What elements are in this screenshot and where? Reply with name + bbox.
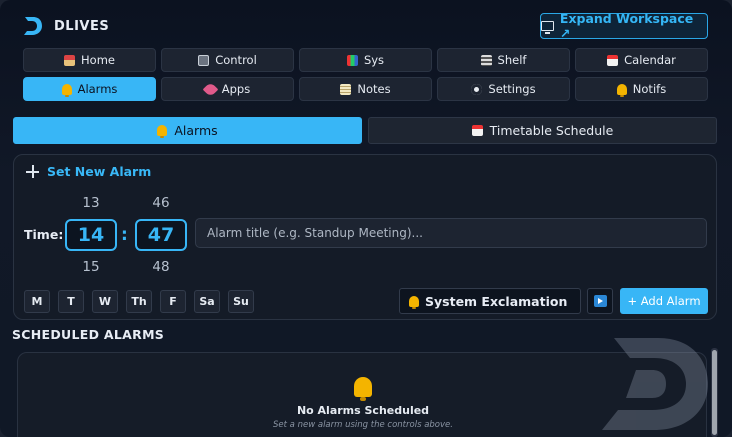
calendar-icon xyxy=(607,54,619,66)
nav-label: Shelf xyxy=(497,53,527,67)
nav-apps[interactable]: Apps xyxy=(161,77,294,101)
time-label: Time: xyxy=(24,227,64,242)
nav-label: Calendar xyxy=(624,53,676,67)
minute-input[interactable]: 47 xyxy=(135,219,187,251)
rocket-icon xyxy=(202,81,219,97)
nav-notes[interactable]: Notes xyxy=(299,77,432,101)
main-nav: Home Control Sys Shelf Calendar Alarms A… xyxy=(23,48,708,101)
notes-icon xyxy=(340,83,352,95)
bell-icon xyxy=(354,377,372,401)
nav-calendar[interactable]: Calendar xyxy=(575,48,708,72)
nav-label: Home xyxy=(81,53,115,67)
monitor-icon xyxy=(541,21,554,34)
plus-icon xyxy=(26,165,39,178)
nav-sys[interactable]: Sys xyxy=(299,48,432,72)
bell-icon xyxy=(157,125,168,138)
add-alarm-button[interactable]: + Add Alarm xyxy=(620,288,708,314)
day-toggle-sun[interactable]: Su xyxy=(228,290,254,313)
nav-label: Settings xyxy=(488,82,536,96)
hour-input[interactable]: 14 xyxy=(65,219,117,251)
nav-alarms[interactable]: Alarms xyxy=(23,77,156,101)
nav-control[interactable]: Control xyxy=(161,48,294,72)
play-icon xyxy=(593,295,607,307)
shelf-icon xyxy=(480,54,492,66)
minute-prev[interactable]: 46 xyxy=(135,195,187,213)
house-icon xyxy=(64,54,76,66)
nav-settings[interactable]: Settings xyxy=(437,77,570,101)
tab-label: Alarms xyxy=(174,123,218,138)
nav-label: Notifs xyxy=(632,82,667,96)
alarm-sound-select[interactable]: System Exclamation xyxy=(399,288,581,314)
day-toggle-wed[interactable]: W xyxy=(92,290,118,313)
set-alarm-title: Set New Alarm xyxy=(47,164,152,179)
alarm-subtabs: Alarms Timetable Schedule xyxy=(13,117,717,144)
set-alarm-card: Set New Alarm Time: 13 14 15 : 46 47 48 … xyxy=(13,154,717,320)
nav-label: Apps xyxy=(221,82,251,96)
brand-name: DLIVES xyxy=(54,18,110,34)
gear-icon xyxy=(471,83,483,95)
day-toggle-fri[interactable]: F xyxy=(160,290,186,313)
tab-label: Timetable Schedule xyxy=(489,123,614,138)
expand-workspace-label: Expand Workspace ↗ xyxy=(559,11,694,41)
alarm-title-input[interactable]: Alarm title (e.g. Standup Meeting)... xyxy=(195,218,707,248)
alarm-title-placeholder: Alarm title (e.g. Standup Meeting)... xyxy=(207,226,423,240)
nav-home[interactable]: Home xyxy=(23,48,156,72)
day-toggle-tue[interactable]: T xyxy=(58,290,84,313)
hour-prev[interactable]: 13 xyxy=(65,195,117,213)
preview-sound-button[interactable] xyxy=(587,288,613,314)
time-separator: : xyxy=(121,225,128,245)
bell-icon xyxy=(409,295,419,309)
hour-next[interactable]: 15 xyxy=(65,259,117,277)
alarms-window: DLIVES Expand Workspace ↗ Home Control S… xyxy=(0,0,732,437)
bell-icon xyxy=(61,83,72,97)
minute-next[interactable]: 48 xyxy=(135,259,187,277)
alarm-sound-value: System Exclamation xyxy=(425,293,568,309)
control-icon xyxy=(198,54,210,66)
minute-spinner: 46 47 48 xyxy=(135,195,187,277)
dlives-watermark-icon xyxy=(602,338,708,430)
nav-shelf[interactable]: Shelf xyxy=(437,48,570,72)
nav-label: Control xyxy=(215,53,257,67)
nav-label: Notes xyxy=(357,82,391,96)
nav-label: Alarms xyxy=(77,82,118,96)
day-toggle-mon[interactable]: M xyxy=(24,290,50,313)
nav-label: Sys xyxy=(363,53,385,67)
day-toggle-sat[interactable]: Sa xyxy=(194,290,220,313)
expand-workspace-button[interactable]: Expand Workspace ↗ xyxy=(540,11,708,41)
bar-chart-icon xyxy=(346,54,358,66)
dlives-logo-icon xyxy=(24,17,42,35)
nav-notifs[interactable]: Notifs xyxy=(575,77,708,101)
scheduled-alarms-heading: SCHEDULED ALARMS xyxy=(12,327,165,342)
weekday-selector: M T W Th F Sa Su xyxy=(24,290,254,313)
bell-icon xyxy=(616,83,627,97)
app-header: DLIVES xyxy=(22,14,109,38)
tab-alarms[interactable]: Alarms xyxy=(13,117,362,144)
calendar-icon xyxy=(471,125,483,136)
day-toggle-thu[interactable]: Th xyxy=(126,290,152,313)
set-alarm-heading: Set New Alarm xyxy=(26,164,151,179)
tab-timetable-schedule[interactable]: Timetable Schedule xyxy=(368,117,717,144)
hour-spinner: 13 14 15 xyxy=(65,195,117,277)
scrollbar-thumb[interactable] xyxy=(712,350,717,435)
